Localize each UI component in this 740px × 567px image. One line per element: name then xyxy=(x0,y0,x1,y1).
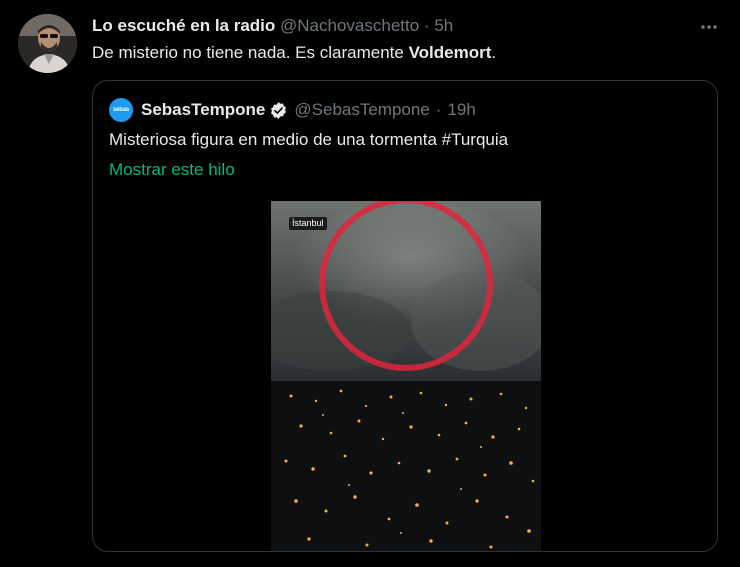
tweet[interactable]: Lo escuché en la radio @Nachovaschetto ·… xyxy=(0,0,740,567)
quoted-author-avatar[interactable]: sebas xyxy=(109,98,133,122)
more-options-button[interactable] xyxy=(698,16,720,38)
tweet-text-bold: Voldemort xyxy=(408,43,492,62)
quoted-tweet-header: sebas SebasTempone @SebasTempone · 19h xyxy=(109,98,476,122)
quoted-avatar-text: sebas xyxy=(112,107,129,113)
quoted-author-name[interactable]: SebasTempone xyxy=(141,100,265,120)
tweet-text-prefix: De misterio no tiene nada. Es claramente xyxy=(92,43,409,62)
tweet-text: De misterio no tiene nada. Es claramente… xyxy=(92,42,496,64)
show-thread-link[interactable]: Mostrar este hilo xyxy=(109,159,235,181)
tweet-text-suffix: . xyxy=(491,43,497,62)
author-name[interactable]: Lo escuché en la radio xyxy=(92,16,275,35)
storm-video-thumbnail xyxy=(271,201,541,551)
quoted-tweet[interactable]: sebas SebasTempone @SebasTempone · 19h M… xyxy=(92,80,718,552)
more-horizontal-icon xyxy=(701,25,717,29)
tweet-header: Lo escuché en la radio @Nachovaschetto ·… xyxy=(92,15,453,37)
quoted-tweet-text: Misteriosa figura en medio de una tormen… xyxy=(109,130,509,149)
author-handle[interactable]: @Nachovaschetto xyxy=(280,16,419,35)
quoted-author-handle[interactable]: @SebasTempone xyxy=(294,100,429,120)
quoted-tweet-time[interactable]: 19h xyxy=(447,100,475,120)
meta-separator: · xyxy=(423,16,430,35)
author-avatar[interactable] xyxy=(18,14,77,73)
quoted-media-thumbnail[interactable]: İstanbul xyxy=(271,201,541,551)
quoted-meta-separator: · xyxy=(435,100,442,119)
verified-badge-icon xyxy=(269,101,288,120)
media-location-label: İstanbul xyxy=(289,217,327,230)
tweet-time[interactable]: 5h xyxy=(434,16,453,35)
